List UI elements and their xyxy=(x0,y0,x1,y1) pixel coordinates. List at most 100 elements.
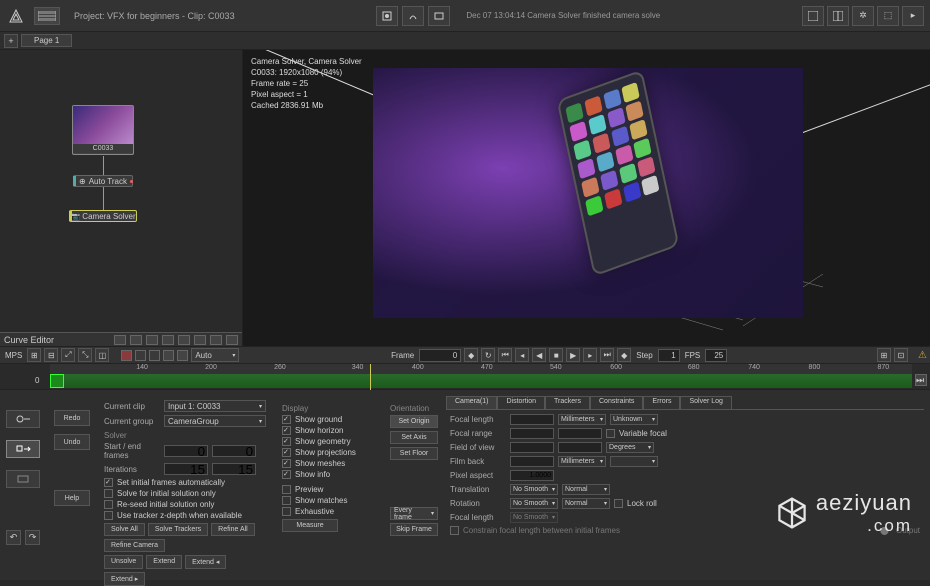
redo-button[interactable]: Redo xyxy=(54,410,90,426)
tl-contract-button[interactable]: ⊟ xyxy=(44,348,58,362)
curve-tool-5[interactable] xyxy=(178,335,190,345)
timeline-end-handle[interactable]: ⏭ xyxy=(915,374,927,386)
tl-right-1[interactable]: ⊞ xyxy=(877,348,891,362)
step-forward-button[interactable]: ▸ xyxy=(583,348,597,362)
color-swatch-dark[interactable] xyxy=(135,350,146,361)
timeline-start-handle[interactable] xyxy=(50,374,64,388)
export-icon[interactable]: ⬚ xyxy=(877,6,899,26)
every-frame-dropdown[interactable]: Every frame▾ xyxy=(390,507,438,520)
show-horizon-checkbox[interactable] xyxy=(282,426,291,435)
tl-stretch-button[interactable]: ⤢ xyxy=(61,348,75,362)
show-projections-checkbox[interactable] xyxy=(282,448,291,457)
timeline-ruler[interactable]: 140 200 260 340 400 470 540 600 680 740 … xyxy=(50,364,912,374)
tl-auto-dropdown[interactable]: Auto▾ xyxy=(191,348,239,362)
tl-right-2[interactable]: ⊡ xyxy=(894,348,908,362)
timeline[interactable]: 0 140 200 260 340 400 470 540 600 680 74… xyxy=(0,364,930,390)
solve-all-button[interactable]: Solve All xyxy=(104,523,145,536)
curve-tool-2[interactable] xyxy=(130,335,142,345)
set-floor-button[interactable]: Set Floor xyxy=(390,447,438,460)
fov-units-dropdown[interactable]: Degrees xyxy=(606,442,654,453)
auto-track-node[interactable]: ⊕ Auto Track xyxy=(73,175,133,187)
timeline-track[interactable] xyxy=(50,374,912,388)
measure-button[interactable]: Measure xyxy=(282,519,338,532)
goto-start-button[interactable]: ⏮ xyxy=(498,348,512,362)
add-page-button[interactable]: + xyxy=(4,34,18,48)
tl-collapse-button[interactable]: ⤡ xyxy=(78,348,92,362)
focal-range-min[interactable] xyxy=(510,428,554,439)
zdepth-checkbox[interactable] xyxy=(104,511,113,520)
layout-a-button[interactable] xyxy=(802,6,824,26)
clip-view-button[interactable] xyxy=(428,6,450,26)
show-info-checkbox[interactable] xyxy=(282,470,291,479)
camera-solver-node[interactable]: 📷 Camera Solver xyxy=(69,210,137,222)
rotation-mode-dropdown[interactable]: Normal xyxy=(562,498,610,509)
pixel-aspect-input[interactable] xyxy=(510,470,554,481)
clip-node[interactable]: C0033 xyxy=(72,105,134,155)
link-view-button[interactable] xyxy=(402,6,424,26)
node-graph[interactable]: C0033 ⊕ Auto Track 📷 Camera Solver Curve… xyxy=(0,50,243,346)
fov-input[interactable] xyxy=(510,442,554,453)
iterations2-input[interactable] xyxy=(212,463,256,475)
focal-units-dropdown[interactable]: Millimeters xyxy=(558,414,606,425)
translation-smooth-dropdown[interactable]: No Smooth xyxy=(510,484,558,495)
fov-input2[interactable] xyxy=(558,442,602,453)
extend-button[interactable]: Extend xyxy=(146,555,182,569)
focal-range-max[interactable] xyxy=(558,428,602,439)
color-swatch-gray[interactable] xyxy=(163,350,174,361)
skip-frame-button[interactable]: Skip Frame xyxy=(390,523,438,536)
play-icon[interactable]: ▸ xyxy=(902,6,924,26)
undo-arrow-button[interactable]: ↶ xyxy=(6,530,21,545)
tab-constraints[interactable]: Constraints xyxy=(590,396,643,409)
start-frame-input[interactable] xyxy=(164,445,208,457)
select-tool[interactable] xyxy=(6,410,40,428)
current-group-dropdown[interactable]: CameraGroup xyxy=(164,415,266,427)
layout-mode-button[interactable] xyxy=(34,7,60,25)
tab-distortion[interactable]: Distortion xyxy=(497,396,545,409)
tab-errors[interactable]: Errors xyxy=(643,396,680,409)
tl-split-button[interactable]: ◫ xyxy=(95,348,109,362)
fps-input[interactable] xyxy=(705,349,727,362)
constrain-focal-checkbox[interactable] xyxy=(450,526,459,535)
extend-left-button[interactable]: Extend ◂ xyxy=(185,555,226,569)
preview-checkbox[interactable] xyxy=(282,485,291,494)
curve-tool-1[interactable] xyxy=(114,335,126,345)
show-geometry-checkbox[interactable] xyxy=(282,437,291,446)
play-forward-button[interactable]: ▶ xyxy=(566,348,580,362)
show-matches-checkbox[interactable] xyxy=(282,496,291,505)
undo-button[interactable]: Undo xyxy=(54,434,90,450)
viewport[interactable]: Camera Solver, Camera Solver C0033: 1920… xyxy=(243,50,930,346)
stop-button[interactable]: ■ xyxy=(549,348,563,362)
key-prev-button[interactable]: ◆ xyxy=(464,348,478,362)
redo-arrow-button[interactable]: ↷ xyxy=(25,530,40,545)
color-swatch-gray2[interactable] xyxy=(177,350,188,361)
iterations-input[interactable] xyxy=(164,463,208,475)
settings-icon[interactable]: ✲ xyxy=(852,6,874,26)
current-clip-dropdown[interactable]: Input 1: C0033 xyxy=(164,400,266,412)
key-next-button[interactable]: ◆ xyxy=(617,348,631,362)
rotation-smooth-dropdown[interactable]: No Smooth xyxy=(510,498,558,509)
tl-expand-button[interactable]: ⊞ xyxy=(27,348,41,362)
auto-initial-checkbox[interactable] xyxy=(104,478,113,487)
unsolve-button[interactable]: Unsolve xyxy=(104,555,143,569)
play-back-button[interactable]: ◀ xyxy=(532,348,546,362)
step-input[interactable] xyxy=(658,349,680,362)
film-back-units-dropdown[interactable]: Millimeters xyxy=(558,456,606,467)
curve-tool-3[interactable] xyxy=(146,335,158,345)
tab-trackers[interactable]: Trackers xyxy=(545,396,590,409)
track-tool[interactable] xyxy=(6,440,40,458)
lock-roll-checkbox[interactable] xyxy=(614,499,623,508)
set-origin-button[interactable]: Set Origin xyxy=(390,415,438,428)
tab-camera[interactable]: Camera(1) xyxy=(446,396,497,409)
set-axis-button[interactable]: Set Axis xyxy=(390,431,438,444)
curve-tool-4[interactable] xyxy=(162,335,174,345)
timeline-playhead[interactable] xyxy=(370,364,371,390)
focal-length-input[interactable] xyxy=(510,414,554,425)
goto-end-button[interactable]: ⏭ xyxy=(600,348,614,362)
tab-solver-log[interactable]: Solver Log xyxy=(680,396,731,409)
curve-tool-8[interactable] xyxy=(226,335,238,345)
step-back-button[interactable]: ◂ xyxy=(515,348,529,362)
node-view-button[interactable] xyxy=(376,6,398,26)
refine-all-button[interactable]: Refine All xyxy=(211,523,255,536)
film-back-extra-dropdown[interactable] xyxy=(610,456,658,467)
reseed-checkbox[interactable] xyxy=(104,500,113,509)
